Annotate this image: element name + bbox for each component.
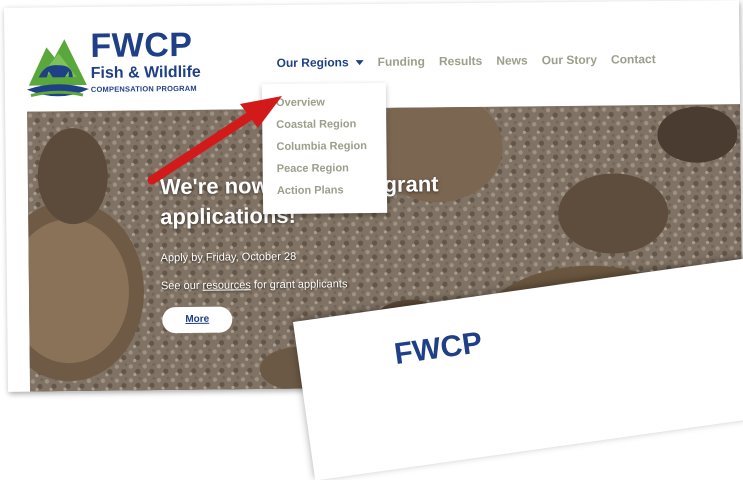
resources-prefix: See our (160, 279, 203, 293)
fwcp-logo[interactable]: FWCP Fish & Wildlife COMPENSATION PROGRA… (24, 26, 215, 104)
logo-subtitle: Fish & Wildlife (90, 63, 201, 82)
dropdown-item-columbia[interactable]: Columbia Region (262, 135, 386, 158)
logo-title: FWCP (90, 25, 193, 65)
nav-contact[interactable]: Contact (611, 52, 656, 66)
dropdown-item-peace[interactable]: Peace Region (263, 157, 387, 180)
nav-results[interactable]: Results (439, 54, 483, 68)
hero-deadline: Apply by Friday, October 28 (160, 250, 297, 265)
nav-our-story[interactable]: Our Story (542, 53, 597, 68)
logo-tagline: COMPENSATION PROGRAM (90, 83, 197, 94)
regions-dropdown: Overview Coastal Region Columbia Region … (261, 82, 388, 215)
second-logo-text: FWCP (392, 326, 485, 372)
hero-resources-line: See our resources for grant applicants (161, 278, 348, 292)
dropdown-item-coastal[interactable]: Coastal Region (262, 113, 386, 136)
nav-funding[interactable]: Funding (378, 54, 425, 68)
main-nav: Our Regions Funding Results News Our Sto… (277, 52, 670, 70)
nav-news[interactable]: News (496, 53, 528, 67)
more-button[interactable]: More (162, 306, 233, 334)
mountain-bear-logo-icon (26, 39, 89, 98)
nav-our-regions-label: Our Regions (276, 55, 349, 71)
dropdown-item-overview[interactable]: Overview (262, 91, 386, 114)
nav-our-regions[interactable]: Our Regions (277, 55, 364, 70)
dropdown-item-action-plans[interactable]: Action Plans (263, 179, 387, 202)
resources-link[interactable]: resources (202, 279, 250, 292)
resources-suffix: for grant applicants (250, 278, 348, 292)
caret-down-icon (355, 59, 364, 65)
